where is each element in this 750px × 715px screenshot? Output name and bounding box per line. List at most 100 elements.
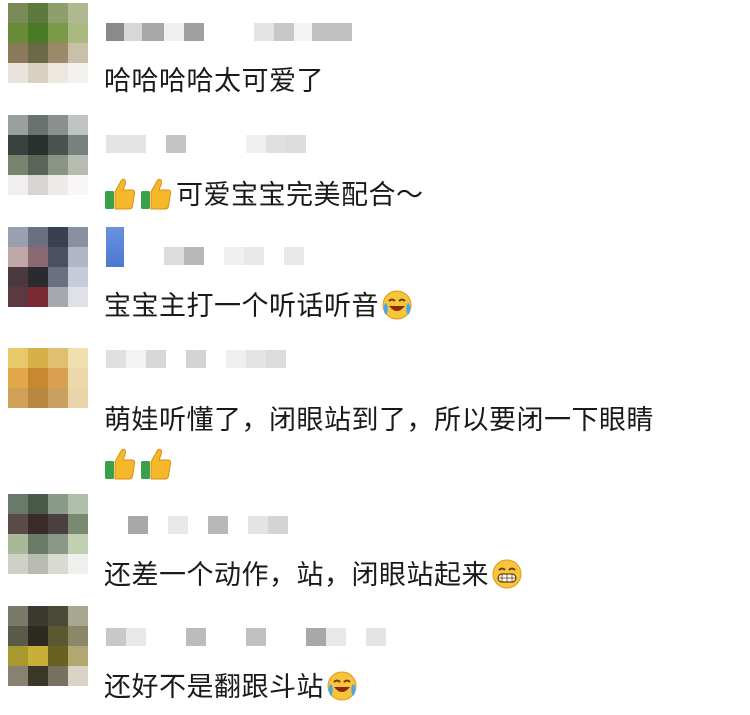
avatar-pixel bbox=[28, 626, 48, 646]
avatar-pixel bbox=[28, 23, 48, 43]
avatar-pixel bbox=[8, 247, 28, 267]
avatar-pixel bbox=[68, 348, 88, 368]
avatar-pixel bbox=[68, 554, 88, 574]
username-blurred[interactable] bbox=[106, 350, 286, 368]
avatar-pixel bbox=[48, 175, 68, 195]
avatar-pixel bbox=[8, 135, 28, 155]
avatar[interactable] bbox=[8, 606, 88, 686]
avatar-pixel bbox=[68, 408, 88, 428]
avatar-pixel bbox=[48, 155, 68, 175]
avatar-pixel bbox=[28, 155, 48, 175]
avatar-pixel bbox=[48, 606, 68, 626]
avatar-pixel bbox=[68, 63, 88, 83]
avatar-pixel bbox=[28, 514, 48, 534]
avatar-pixel bbox=[28, 606, 48, 626]
avatar-pixel bbox=[68, 666, 88, 686]
avatar-pixel bbox=[8, 3, 28, 23]
avatar-pixel bbox=[48, 514, 68, 534]
avatar-pixel bbox=[8, 63, 28, 83]
comment-text: 还好不是翻跟斗站 bbox=[104, 670, 358, 706]
avatar-pixel bbox=[28, 135, 48, 155]
avatar-pixel bbox=[68, 606, 88, 626]
username-blurred[interactable] bbox=[106, 628, 386, 646]
avatar-pixel bbox=[8, 287, 28, 307]
avatar-pixel bbox=[28, 287, 48, 307]
avatar-pixel bbox=[8, 43, 28, 63]
username-blurred[interactable] bbox=[106, 23, 352, 41]
avatar-pixel bbox=[68, 494, 88, 514]
avatar-pixel bbox=[8, 115, 28, 135]
username-blurred[interactable] bbox=[106, 135, 306, 153]
avatar-pixel bbox=[68, 514, 88, 534]
avatar-pixel bbox=[28, 554, 48, 574]
comment-text-content: 还差一个动作，站，闭眼站起来 bbox=[104, 560, 489, 591]
avatar-pixel bbox=[8, 23, 28, 43]
laughing-tears-emoji-icon bbox=[327, 671, 357, 701]
avatar-pixel bbox=[28, 227, 48, 247]
avatar-pixel bbox=[28, 63, 48, 83]
avatar-pixel bbox=[8, 348, 28, 368]
avatar-pixel bbox=[48, 368, 68, 388]
avatar-pixel bbox=[28, 494, 48, 514]
avatar-pixel bbox=[48, 666, 68, 686]
avatar-pixel bbox=[48, 494, 68, 514]
avatar-pixel bbox=[68, 534, 88, 554]
avatar-pixel bbox=[48, 63, 68, 83]
avatar-pixel bbox=[8, 626, 28, 646]
comment-text: 宝宝主打一个听话听音 bbox=[104, 289, 413, 325]
avatar-pixel bbox=[28, 348, 48, 368]
grinning-face-emoji-icon bbox=[492, 559, 522, 589]
avatar[interactable] bbox=[8, 115, 88, 195]
avatar-pixel bbox=[68, 227, 88, 247]
avatar-pixel bbox=[68, 287, 88, 307]
avatar-pixel bbox=[68, 368, 88, 388]
avatar-pixel bbox=[68, 135, 88, 155]
avatar-pixel bbox=[28, 368, 48, 388]
avatar-pixel bbox=[8, 514, 28, 534]
avatar-pixel bbox=[48, 3, 68, 23]
avatar-pixel bbox=[28, 666, 48, 686]
avatar-pixel bbox=[8, 554, 28, 574]
avatar-pixel bbox=[28, 646, 48, 666]
avatar[interactable] bbox=[8, 3, 88, 83]
avatar-pixel bbox=[68, 3, 88, 23]
avatar[interactable] bbox=[8, 227, 88, 307]
avatar-pixel bbox=[28, 43, 48, 63]
username-blurred[interactable] bbox=[106, 227, 304, 267]
avatar-pixel bbox=[48, 115, 68, 135]
comment-text: 还差一个动作，站，闭眼站起来 bbox=[104, 558, 523, 594]
avatar-pixel bbox=[68, 43, 88, 63]
username-blurred[interactable] bbox=[106, 516, 288, 534]
avatar[interactable] bbox=[8, 494, 88, 574]
avatar-pixel bbox=[68, 626, 88, 646]
avatar-pixel bbox=[8, 646, 28, 666]
avatar-pixel bbox=[28, 175, 48, 195]
avatar-pixel bbox=[8, 666, 28, 686]
avatar-pixel bbox=[48, 626, 68, 646]
avatar-pixel bbox=[48, 227, 68, 247]
avatar-pixel bbox=[48, 534, 68, 554]
laughing-tears-emoji-icon bbox=[382, 290, 412, 320]
avatar-pixel bbox=[8, 227, 28, 247]
avatar-pixel bbox=[48, 348, 68, 368]
avatar-pixel bbox=[8, 175, 28, 195]
avatar-pixel bbox=[48, 247, 68, 267]
avatar-pixel bbox=[28, 388, 48, 408]
avatar-pixel bbox=[48, 135, 68, 155]
comment-text-content: 可爱宝宝完美配合～ bbox=[176, 180, 424, 211]
avatar-pixel bbox=[68, 267, 88, 287]
thumbs-up-row bbox=[104, 447, 176, 484]
avatar-pixel bbox=[8, 606, 28, 626]
avatar-pixel bbox=[68, 388, 88, 408]
avatar-pixel bbox=[8, 155, 28, 175]
avatar-pixel bbox=[48, 646, 68, 666]
avatar-pixel bbox=[8, 408, 28, 428]
avatar-pixel bbox=[28, 3, 48, 23]
avatar-pixel bbox=[8, 267, 28, 287]
comment-text-content: 宝宝主打一个听话听音 bbox=[104, 291, 379, 322]
avatar-pixel bbox=[8, 368, 28, 388]
thumbs-up-icon bbox=[105, 448, 136, 480]
avatar[interactable] bbox=[8, 348, 88, 428]
avatar-pixel bbox=[68, 23, 88, 43]
avatar-pixel bbox=[28, 115, 48, 135]
